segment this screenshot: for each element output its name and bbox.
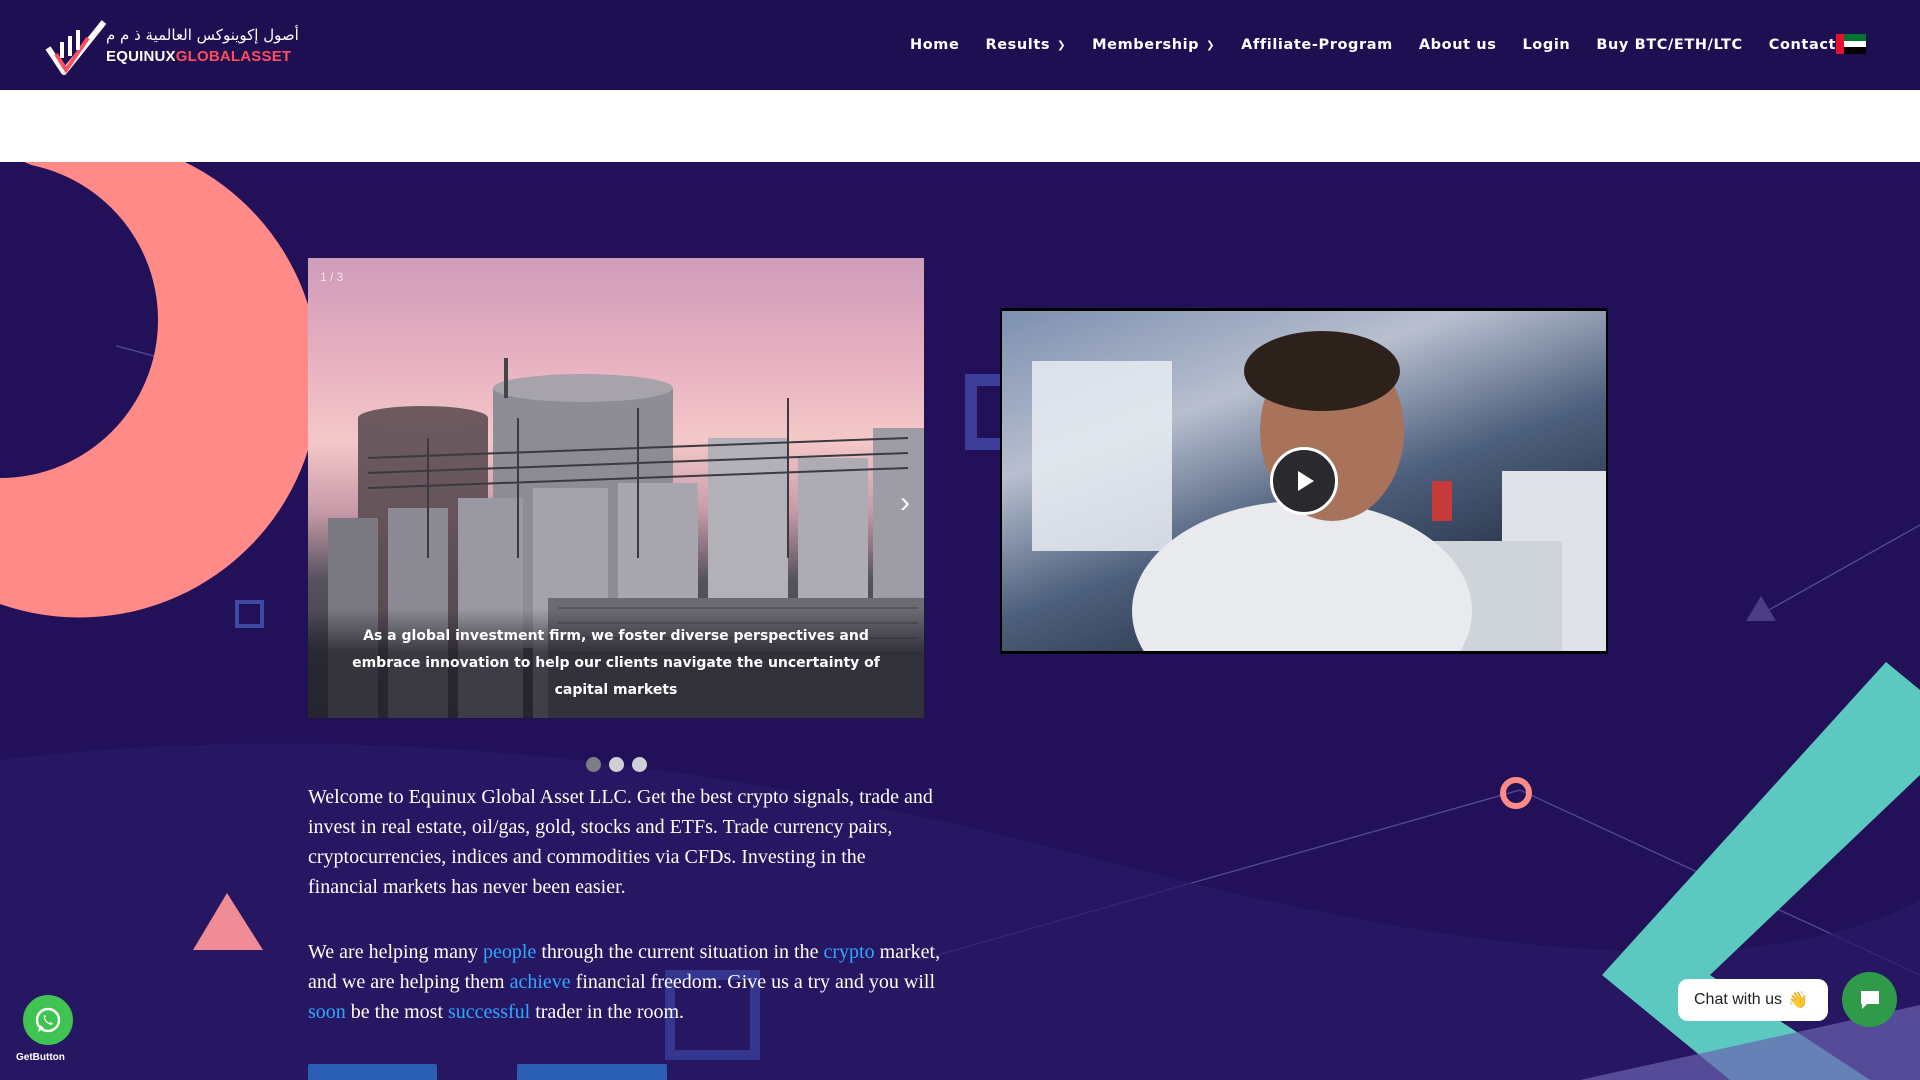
link-successful[interactable]: successful <box>448 1001 530 1023</box>
logo-brand-part2: GLOBALASSET <box>175 48 292 65</box>
video-player[interactable] <box>1000 308 1608 654</box>
link-people[interactable]: people <box>483 941 536 963</box>
whatsapp-icon <box>35 1007 61 1033</box>
video-thumbnail <box>1002 311 1606 651</box>
logo-brand-name: EQUINUXGLOBALASSET <box>106 48 291 65</box>
chat-label: Chat with us <box>1694 991 1783 1008</box>
nav-buy-label: Buy BTC/ETH/LTC <box>1596 37 1743 53</box>
logo-arabic-text: أصول إكوينوكس العالمية ذ م م <box>106 26 299 44</box>
main-nav: Home Results ❯ Membership ❯ Affiliate-Prog… <box>910 0 1862 90</box>
wave-emoji-icon: 👋 <box>1788 992 1808 1009</box>
getbutton-label[interactable]: GetButton <box>16 1052 65 1063</box>
nav-affiliate-label: Affiliate-Program <box>1241 37 1393 53</box>
nav-about-label: About us <box>1418 37 1497 53</box>
slide-caption: As a global investment firm, we foster d… <box>308 609 924 718</box>
nav-contact[interactable]: Contact <box>1769 37 1836 53</box>
play-button[interactable] <box>1270 447 1338 515</box>
nav-home-label: Home <box>910 37 960 53</box>
nav-membership[interactable]: Membership ❯ <box>1092 37 1215 53</box>
chevron-down-icon: ❯ <box>1057 39 1067 51</box>
slider-pagination <box>586 757 647 772</box>
nav-buy-crypto[interactable]: Buy BTC/ETH/LTC <box>1596 37 1742 53</box>
background-decoration <box>0 155 1920 1080</box>
nav-login-label: Login <box>1522 37 1571 53</box>
nav-contact-label: Contact <box>1768 37 1837 53</box>
chat-icon <box>1860 990 1879 1009</box>
header-spacer <box>0 90 1920 162</box>
play-icon <box>1298 471 1314 491</box>
logo-brand-part1: EQUINUX <box>106 48 176 65</box>
whatsapp-button[interactable] <box>23 995 73 1045</box>
slider-next-arrow-icon[interactable]: › <box>900 486 910 520</box>
cta-button-2[interactable] <box>517 1064 667 1080</box>
text-segment: through the current situation in the <box>536 941 824 963</box>
link-crypto[interactable]: crypto <box>823 941 874 963</box>
text-segment: financial freedom. Give us a try and you… <box>570 971 936 993</box>
slider-dot-2[interactable] <box>609 757 624 772</box>
nav-membership-label: Membership <box>1092 37 1200 53</box>
slider-dot-3[interactable] <box>632 757 647 772</box>
site-header: أصول إكوينوكس العالمية ذ م م EQUINUXGLOB… <box>0 0 1920 90</box>
chevron-down-icon: ❯ <box>1206 39 1216 51</box>
nav-affiliate-program[interactable]: Affiliate-Program <box>1241 37 1393 53</box>
chat-with-us-bubble[interactable]: Chat with us 👋 <box>1678 979 1828 1021</box>
slider-dot-1[interactable] <box>586 757 601 772</box>
nav-about-us[interactable]: About us <box>1419 37 1497 53</box>
intro-paragraph: Welcome to Equinux Global Asset LLC. Get… <box>308 786 933 898</box>
image-slider[interactable]: 1 / 3 › As a global investment firm, we … <box>308 258 924 718</box>
text-segment: trader in the room. <box>530 1001 685 1023</box>
uae-flag-icon[interactable] <box>1836 34 1866 55</box>
text-segment: be the most <box>345 1001 449 1023</box>
logo-mark-icon <box>45 20 107 75</box>
chat-open-button[interactable] <box>1842 972 1897 1027</box>
link-achieve[interactable]: achieve <box>510 971 571 993</box>
logo[interactable]: أصول إكوينوكس العالمية ذ م م EQUINUXGLOB… <box>44 18 314 78</box>
nav-home[interactable]: Home <box>910 37 959 53</box>
cta-button-1[interactable] <box>308 1064 437 1080</box>
nav-results[interactable]: Results ❯ <box>985 37 1066 53</box>
nav-login[interactable]: Login <box>1522 37 1570 53</box>
link-soon[interactable]: soon <box>308 1001 346 1023</box>
nav-results-label: Results <box>985 37 1051 53</box>
slide-counter: 1 / 3 <box>320 270 344 284</box>
text-segment: We are helping many <box>308 941 483 963</box>
intro-paragraph-2: We are helping many people through the c… <box>308 937 948 1027</box>
